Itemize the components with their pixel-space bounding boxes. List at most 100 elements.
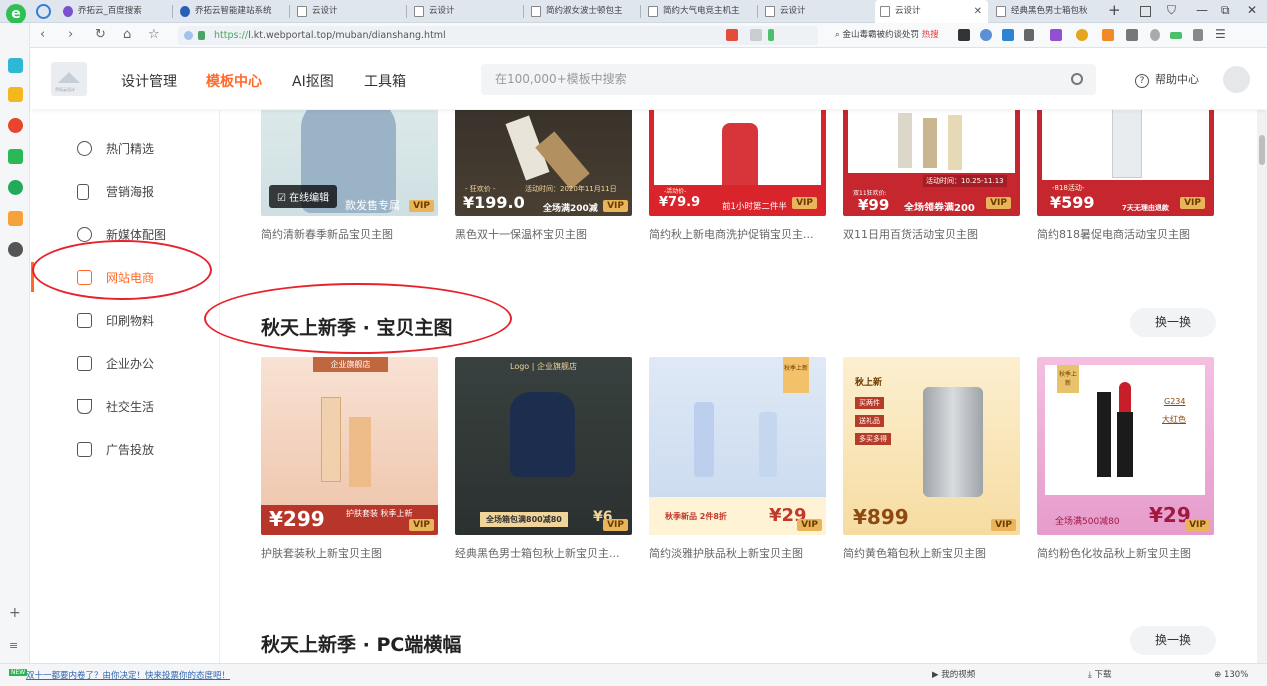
vip-badge: VIP bbox=[1185, 519, 1210, 531]
shield-ext-icon[interactable] bbox=[1076, 29, 1088, 41]
page-icon bbox=[996, 6, 1006, 17]
add-icon[interactable]: + bbox=[9, 605, 21, 621]
shuffle-button[interactable]: 换一换 bbox=[1130, 626, 1216, 655]
shield-icon bbox=[184, 31, 193, 40]
tab-item[interactable]: 乔拓云智能建站系统 bbox=[175, 0, 287, 23]
menu-icon[interactable]: ≡ bbox=[9, 639, 18, 652]
tab-item[interactable]: 简约大气电竞主机主 bbox=[643, 0, 755, 23]
category-print[interactable]: 印刷物料 bbox=[31, 302, 219, 338]
app-icon[interactable] bbox=[1050, 29, 1062, 41]
nav-design-manage[interactable]: 设计管理 bbox=[121, 71, 177, 91]
template-thumbnail: ☑ 在线编辑 款发售专属 VIP bbox=[261, 110, 438, 216]
new-tab-icon[interactable]: + bbox=[1108, 1, 1121, 19]
extension-icon[interactable] bbox=[726, 29, 738, 41]
compass-icon[interactable] bbox=[36, 4, 51, 19]
online-edit-button[interactable]: ☑ 在线编辑 bbox=[269, 185, 338, 208]
promo-text: 秋季新品 2件8折 bbox=[665, 512, 727, 521]
back-icon[interactable]: ‹ bbox=[40, 27, 45, 42]
shuffle-button[interactable]: 换一换 bbox=[1130, 308, 1216, 337]
zoom-level[interactable]: 130% bbox=[1224, 670, 1248, 680]
template-title: 黑色双十一保温杯宝贝主图 bbox=[455, 228, 587, 241]
panda-icon[interactable] bbox=[8, 242, 23, 257]
category-ads[interactable]: 广告投放 bbox=[31, 431, 219, 467]
tab-label: 云设计 bbox=[429, 6, 455, 16]
site-icon bbox=[180, 6, 190, 17]
tab-item[interactable]: 乔拓云_百度搜索 bbox=[58, 0, 170, 23]
category-social[interactable]: 社交生活 bbox=[31, 388, 219, 424]
page-icon bbox=[414, 6, 424, 17]
site-logo[interactable]: 乔拓云设计 bbox=[51, 62, 87, 96]
favorite-icon[interactable]: ☆ bbox=[148, 27, 160, 42]
online-edit-label: 在线编辑 bbox=[289, 193, 330, 204]
home-icon[interactable]: ⌂ bbox=[123, 27, 131, 42]
my-video-link[interactable]: 我的视频 bbox=[941, 670, 975, 680]
vip-badge: VIP bbox=[409, 200, 434, 212]
browser-search-field[interactable]: ⌕ 金山毒霸被约谈处罚 热搜 bbox=[835, 26, 975, 45]
category-label: 企业办公 bbox=[106, 357, 155, 371]
photo-icon[interactable] bbox=[1002, 29, 1014, 41]
nav-ai-cutout[interactable]: AI抠图 bbox=[292, 71, 334, 91]
minus-icon[interactable] bbox=[980, 29, 992, 41]
new-badge: NEW bbox=[9, 669, 28, 676]
hamburger-icon[interactable]: ☰ bbox=[1215, 27, 1226, 41]
avatar[interactable] bbox=[1223, 66, 1250, 93]
season-tag: 秋季上新 bbox=[783, 357, 809, 393]
brightness-icon[interactable] bbox=[1150, 29, 1160, 41]
tab-item[interactable]: 云设计 bbox=[292, 0, 404, 23]
tab-item[interactable]: 经典黑色男士箱包秋 bbox=[991, 0, 1091, 23]
zoom-icon[interactable]: ⊕ bbox=[1214, 670, 1224, 680]
template-search-input[interactable]: 在100,000+模板中搜索 bbox=[481, 64, 1096, 95]
promo-text: 全场箱包满800减80 bbox=[480, 512, 568, 527]
template-title: 简约秋上新电商洗护促销宝贝主... bbox=[649, 228, 814, 241]
category-poster[interactable]: 营销海报 bbox=[31, 173, 219, 209]
scrollbar-thumb[interactable] bbox=[1259, 135, 1265, 165]
help-icon: ? bbox=[1135, 74, 1149, 88]
video-icon[interactable]: ▶ bbox=[932, 670, 941, 680]
restore-icon[interactable]: ⧉ bbox=[1221, 3, 1230, 18]
forward-icon[interactable]: › bbox=[68, 27, 73, 42]
grid-menu-icon[interactable] bbox=[1126, 29, 1138, 41]
close-window-icon[interactable]: ✕ bbox=[1247, 3, 1257, 17]
download-link[interactable]: 下载 bbox=[1094, 670, 1111, 680]
browser-logo-icon[interactable]: e bbox=[6, 4, 26, 24]
translate-icon[interactable] bbox=[8, 58, 23, 73]
main-content: ☑ 在线编辑 款发售专属 VIP 简约清新春季新品宝贝主图 - 狂欢价 - 活动… bbox=[221, 110, 1257, 663]
tab-item[interactable]: 简约淑女波士顿包主 bbox=[526, 0, 638, 23]
minimize-icon[interactable]: — bbox=[1196, 3, 1208, 17]
tab-item[interactable]: 云设计 bbox=[760, 0, 872, 23]
bolt-icon[interactable] bbox=[768, 29, 774, 41]
nav-toolbox[interactable]: 工具箱 bbox=[364, 71, 406, 91]
tab-list-icon[interactable] bbox=[1140, 6, 1151, 17]
scissors-icon[interactable] bbox=[1024, 29, 1034, 41]
wallet-icon[interactable] bbox=[958, 29, 970, 41]
tab-label: 乔拓云_百度搜索 bbox=[78, 6, 142, 16]
cloud-icon[interactable] bbox=[8, 180, 23, 195]
chat-icon bbox=[77, 227, 92, 242]
template-thumbnail: -818活动- ¥599 7天无理由退款 VIP bbox=[1037, 110, 1214, 216]
url-field[interactable]: https://l.kt.webportal.top/muban/diansha… bbox=[178, 26, 818, 45]
category-hot[interactable]: 热门精选 bbox=[31, 130, 219, 166]
shirt-icon[interactable]: ⛉ bbox=[1167, 3, 1176, 18]
game-icon[interactable] bbox=[8, 211, 23, 226]
undo-icon[interactable] bbox=[1193, 29, 1203, 41]
tab-item-active[interactable]: 云设计 ✕ bbox=[875, 0, 988, 23]
grid-icon[interactable] bbox=[750, 29, 762, 41]
search-icon[interactable] bbox=[1071, 73, 1083, 85]
category-label: 社交生活 bbox=[106, 400, 155, 414]
weibo-icon[interactable] bbox=[8, 118, 23, 133]
mail-icon[interactable] bbox=[8, 149, 23, 164]
template-title: 护肤套装秋上新宝贝主图 bbox=[261, 547, 382, 560]
star-icon[interactable] bbox=[8, 87, 23, 102]
category-office[interactable]: 企业办公 bbox=[31, 345, 219, 381]
reload-icon[interactable]: ↻ bbox=[95, 27, 106, 42]
game-ext-icon[interactable] bbox=[1102, 29, 1114, 41]
close-tab-icon[interactable]: ✕ bbox=[974, 0, 982, 23]
tab-label: 云设计 bbox=[780, 6, 806, 16]
battery-icon[interactable] bbox=[1170, 32, 1182, 39]
tab-label: 乔拓云智能建站系统 bbox=[195, 6, 272, 16]
tab-item[interactable]: 云设计 bbox=[409, 0, 521, 23]
news-link[interactable]: 双十一都要内卷了？由你决定！快来投票你的态度吧！ bbox=[26, 669, 230, 681]
vertical-scrollbar[interactable] bbox=[1257, 110, 1267, 663]
help-center-link[interactable]: ? 帮助中心 bbox=[1135, 71, 1199, 88]
nav-template-center[interactable]: 模板中心 bbox=[206, 71, 262, 91]
